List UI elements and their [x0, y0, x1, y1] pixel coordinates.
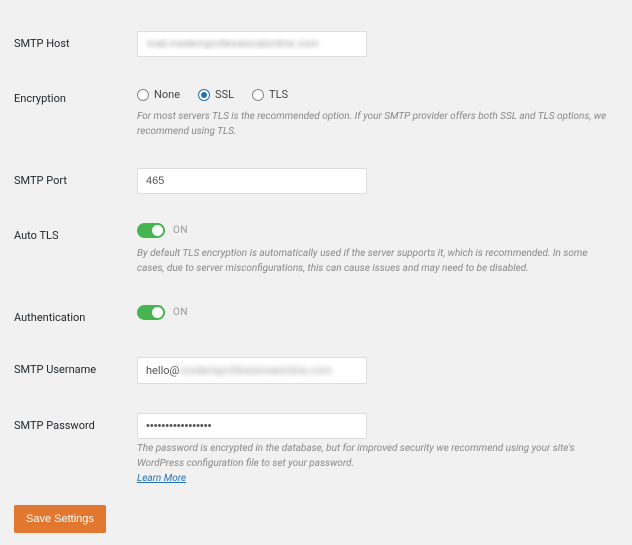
toggle-knob-icon: [152, 225, 163, 236]
auto-tls-toggle[interactable]: [137, 223, 165, 238]
learn-more-link[interactable]: Learn More: [137, 473, 186, 484]
toggle-knob-icon: [152, 307, 163, 318]
label-smtp-host: SMTP Host: [12, 31, 137, 50]
row-authentication: Authentication ON: [12, 294, 620, 339]
encryption-option-none[interactable]: None: [137, 88, 180, 101]
username-prefix: hello@: [146, 364, 179, 377]
label-authentication: Authentication: [12, 305, 137, 324]
label-auto-tls: Auto TLS: [12, 223, 137, 242]
label-smtp-port: SMTP Port: [12, 168, 137, 187]
row-encryption: Encryption None SSL TLS Fo: [12, 75, 620, 150]
radio-icon: [252, 89, 264, 101]
save-button[interactable]: Save Settings: [14, 505, 106, 533]
label-smtp-password: SMTP Password: [12, 413, 137, 432]
username-blurred: modemprofessionalonline.com: [179, 364, 331, 377]
auto-tls-state: ON: [173, 225, 188, 236]
smtp-username-input[interactable]: hello@modemprofessionalonline.com: [137, 357, 367, 384]
radio-icon: [137, 89, 149, 101]
row-smtp-host: SMTP Host: [12, 20, 620, 68]
encryption-tls-label: TLS: [269, 88, 288, 101]
encryption-ssl-label: SSL: [215, 88, 234, 101]
encryption-radio-group: None SSL TLS: [137, 86, 612, 101]
encryption-description: For most servers TLS is the recommended …: [137, 109, 612, 139]
smtp-settings-form: SMTP Host Encryption None SSL: [4, 4, 628, 541]
radio-icon: [198, 89, 210, 101]
authentication-state: ON: [173, 307, 188, 318]
encryption-option-ssl[interactable]: SSL: [198, 88, 234, 101]
row-smtp-password: SMTP Password The password is encrypted …: [12, 402, 620, 495]
row-auto-tls: Auto TLS ON By default TLS encryption is…: [12, 212, 620, 287]
smtp-password-input[interactable]: [137, 413, 367, 439]
authentication-toggle[interactable]: [137, 305, 165, 320]
smtp-host-input[interactable]: [137, 31, 367, 57]
row-smtp-username: SMTP Username hello@modemprofessionalonl…: [12, 346, 620, 395]
smtp-port-input[interactable]: [137, 168, 367, 194]
auto-tls-description: By default TLS encryption is automatical…: [137, 246, 612, 276]
encryption-none-label: None: [154, 88, 180, 101]
row-smtp-port: SMTP Port: [12, 157, 620, 205]
encryption-option-tls[interactable]: TLS: [252, 88, 288, 101]
smtp-password-description: The password is encrypted in the databas…: [137, 441, 612, 471]
label-encryption: Encryption: [12, 86, 137, 105]
label-smtp-username: SMTP Username: [12, 357, 137, 376]
